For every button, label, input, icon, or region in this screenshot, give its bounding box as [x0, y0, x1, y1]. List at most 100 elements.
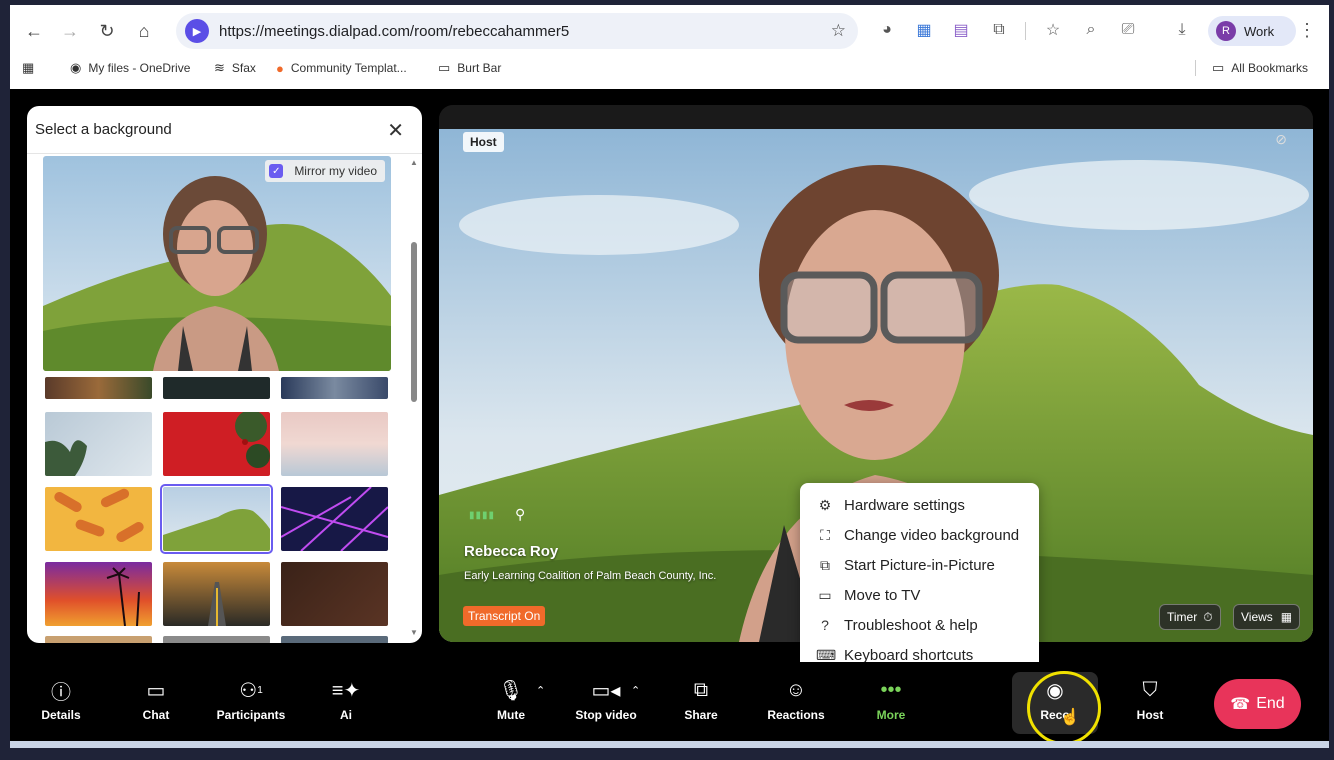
palms-thumbnail-art	[106, 567, 140, 626]
participants-label: Participants	[216, 708, 286, 722]
search-tab-icon[interactable]: ⌕	[1080, 19, 1102, 41]
url-text: https://meetings.dialpad.com/room/rebecc…	[219, 22, 570, 40]
share-button[interactable]: ⧉ Share	[661, 676, 741, 728]
apps-icon[interactable]: ▦	[22, 59, 41, 77]
views-button[interactable]: Views ▦	[1233, 604, 1301, 630]
scroll-down-icon[interactable]: ▼	[410, 628, 418, 637]
person-icon: ⚲	[515, 506, 526, 522]
berries-thumbnail-art	[235, 412, 270, 468]
more-button[interactable]: ••• More	[851, 676, 931, 728]
background-thumbnail[interactable]	[281, 487, 388, 551]
bookmark-divider	[1195, 60, 1196, 76]
background-thumbnail[interactable]	[45, 412, 152, 476]
folder-icon: ▭	[1212, 60, 1225, 75]
menu-item-label: Keyboard shortcuts	[844, 646, 974, 664]
background-thumbnail[interactable]	[45, 562, 152, 626]
bookmark-onedrive[interactable]: ◉ My files - OneDrive	[70, 59, 190, 77]
hide-self-view-icon[interactable]: ⊘	[1275, 131, 1287, 148]
document-extension-icon[interactable]: ▤	[950, 19, 972, 41]
video-options-chevron-icon[interactable]: ⌃	[631, 684, 640, 697]
bookmark-burt-bar[interactable]: ▭ Burt Bar	[438, 59, 501, 77]
reactions-label: Reactions	[767, 708, 825, 722]
back-icon[interactable]: ←	[18, 15, 50, 47]
all-bookmarks-label: All Bookmarks	[1231, 61, 1308, 75]
background-icon: ⛶	[820, 526, 830, 543]
panel-scrollbar[interactable]: ▲ ▼	[409, 158, 419, 638]
participant-organization: Early Learning Coalition of Palm Beach C…	[464, 570, 717, 582]
menu-item-troubleshoot[interactable]: ? Troubleshoot & help	[816, 612, 978, 638]
background-thumbnail[interactable]	[45, 636, 152, 643]
keyboard-icon: ⌨	[816, 646, 837, 663]
profile-label: Work	[1244, 23, 1275, 39]
share-screen-icon: ⧉	[693, 678, 709, 701]
menu-item-label: Move to TV	[844, 586, 921, 604]
menu-item-hardware-settings[interactable]: ⚙ Hardware settings	[816, 492, 965, 518]
sfax-icon: ≋	[214, 60, 225, 75]
background-thumbnail[interactable]	[281, 636, 388, 643]
mic-options-chevron-icon[interactable]: ⌃	[536, 684, 545, 697]
end-call-button[interactable]: ☎ End	[1214, 679, 1301, 729]
preview-image	[43, 156, 391, 371]
profile-chip[interactable]: R Work	[1208, 16, 1296, 46]
bookmark-community[interactable]: ● Community Templat...	[276, 59, 407, 77]
background-thumbnail[interactable]	[163, 562, 270, 626]
menu-item-move-to-tv[interactable]: ▭ Move to TV	[816, 582, 920, 608]
reload-icon[interactable]: ↻	[91, 15, 123, 47]
host-badge: Host	[463, 132, 504, 152]
background-thumbnail[interactable]	[163, 377, 270, 399]
background-thumbnail[interactable]	[163, 636, 270, 643]
scroll-up-icon[interactable]: ▲	[410, 158, 418, 167]
road-thumbnail-art	[208, 582, 226, 626]
details-label: Details	[41, 708, 81, 722]
panel-title: Select a background	[35, 121, 172, 138]
background-thumbnail-selected[interactable]	[160, 484, 273, 554]
details-button[interactable]: ⓘ Details	[21, 676, 101, 728]
menu-item-label: Troubleshoot & help	[844, 616, 978, 634]
bookmark-sfax[interactable]: ≋ Sfax	[214, 59, 256, 77]
bookmark-star-icon[interactable]: ☆	[831, 21, 846, 41]
background-panel: Select a background ✕ ✓ Mirror my video …	[27, 106, 422, 643]
kebab-menu-icon[interactable]: ⋮	[1296, 19, 1318, 41]
grid-extension-icon[interactable]: ▦	[913, 19, 935, 41]
puzzle-icon[interactable]: ⧉	[988, 19, 1010, 41]
background-thumbnail[interactable]	[163, 412, 270, 476]
bookmark-label: Sfax	[231, 61, 256, 75]
forward-icon[interactable]: →	[54, 15, 86, 47]
chat-button[interactable]: ▭ Chat	[116, 676, 196, 728]
home-icon[interactable]: ⌂	[128, 15, 160, 47]
pip-icon: ⧉	[820, 556, 830, 573]
avatar: R	[1216, 21, 1236, 41]
scrollbar-thumb[interactable]	[411, 242, 417, 402]
menu-item-change-background[interactable]: ⛶ Change video background	[816, 522, 1019, 548]
background-thumbnail[interactable]	[45, 487, 152, 551]
host-button[interactable]: ⛉ Host	[1110, 676, 1190, 728]
ai-icon: ≡✦	[331, 679, 361, 702]
stop-video-label: Stop video	[575, 708, 637, 722]
audio-level-icon: ▮▮▮▮	[469, 510, 496, 521]
checkbox-icon[interactable]: ✓	[269, 164, 284, 178]
background-thumbnail[interactable]	[281, 377, 388, 399]
background-thumbnail[interactable]	[45, 377, 152, 399]
hill-thumbnail-art	[163, 509, 270, 551]
download-icon[interactable]: ⤓	[1171, 19, 1193, 41]
reactions-button[interactable]: ☺ Reactions	[756, 676, 836, 728]
plant-thumbnail-art	[45, 440, 87, 476]
all-bookmarks[interactable]: ▭ All Bookmarks	[1212, 59, 1308, 77]
transcript-badge[interactable]: Transcript On	[463, 606, 546, 626]
extension-icon[interactable]: ◕	[876, 19, 898, 41]
onedrive-icon: ◉	[70, 60, 82, 75]
ai-button[interactable]: ≡✦ Ai	[306, 676, 386, 728]
participants-button[interactable]: ⚇ 1 Participants	[211, 676, 291, 728]
address-bar[interactable]: ▶ https://meetings.dialpad.com/room/rebe…	[176, 13, 858, 49]
background-thumbnail[interactable]	[281, 562, 388, 626]
mirror-video-toggle[interactable]: ✓ Mirror my video	[265, 160, 385, 182]
timer-button[interactable]: Timer ⏱	[1159, 604, 1221, 630]
cast-icon[interactable]: ⎚	[1117, 19, 1139, 41]
background-thumbnail[interactable]	[281, 412, 388, 476]
views-label: Views	[1241, 610, 1273, 624]
close-icon[interactable]: ✕	[387, 118, 404, 143]
favorites-icon[interactable]: ☆	[1042, 19, 1064, 41]
pointer-cursor-icon: ☝	[1060, 709, 1080, 726]
ai-label: Ai	[340, 708, 352, 722]
menu-item-picture-in-picture[interactable]: ⧉ Start Picture-in-Picture	[816, 552, 995, 578]
